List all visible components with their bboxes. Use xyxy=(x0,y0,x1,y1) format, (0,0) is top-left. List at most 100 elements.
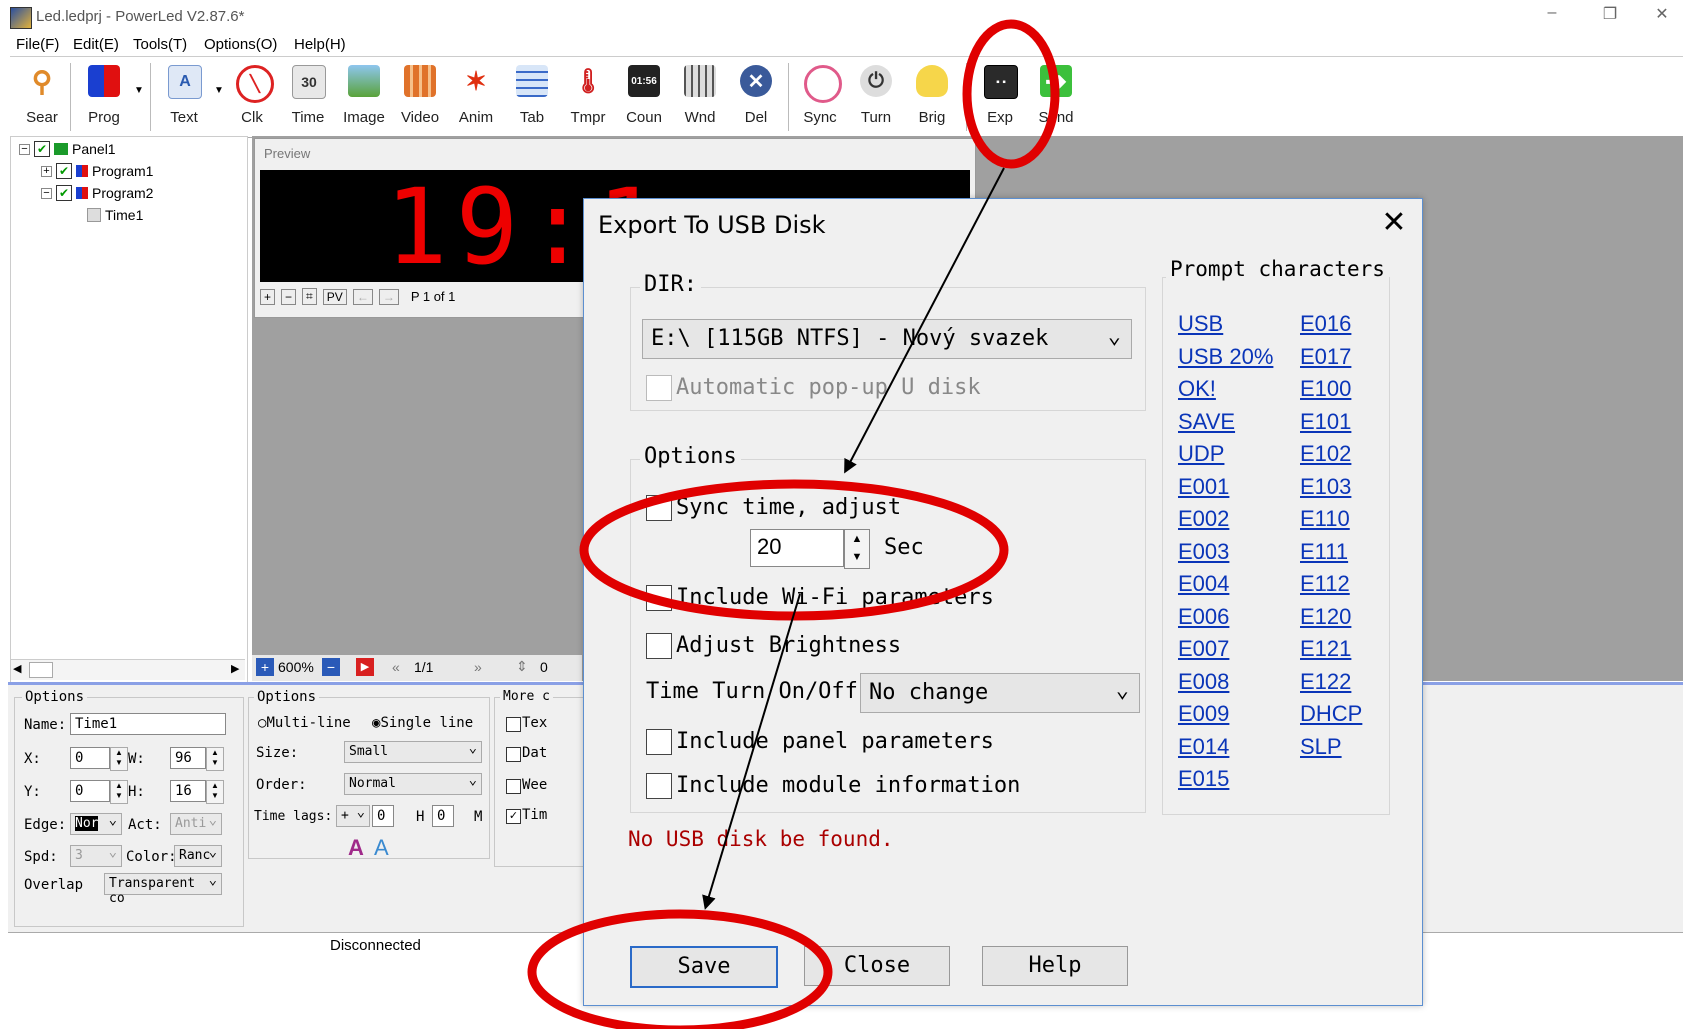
toolbar-send-button[interactable]: ➔ Send xyxy=(1028,57,1084,135)
restore-button[interactable]: ❐ xyxy=(1590,4,1630,24)
more-checkbox[interactable] xyxy=(506,717,521,732)
zoom-in-icon[interactable]: + xyxy=(260,288,276,305)
more-checkbox[interactable]: ✓ xyxy=(506,809,521,824)
expand-icon[interactable]: + xyxy=(41,165,52,177)
minimize-button[interactable]: – xyxy=(1532,4,1572,22)
prompt-link-e101[interactable]: E101 xyxy=(1300,409,1351,435)
prompt-link-e112[interactable]: E112 xyxy=(1300,571,1350,597)
checkbox-icon[interactable]: ✔ xyxy=(56,185,72,201)
prompt-link-e111[interactable]: E111 xyxy=(1300,539,1348,565)
timelags-hours-input[interactable]: 0 xyxy=(372,805,394,827)
prompt-link-e121[interactable]: E121 xyxy=(1300,636,1351,662)
scroll-right-icon[interactable]: ▶ xyxy=(231,662,239,675)
sync-time-checkbox[interactable] xyxy=(646,495,672,521)
toolbar-clock-button[interactable]: ╲ Clk xyxy=(224,57,280,135)
more-checkbox[interactable] xyxy=(506,747,521,762)
toolbar-counter-button[interactable]: 01:56 Coun xyxy=(616,57,672,135)
scroll-left-icon[interactable]: ◀ xyxy=(13,662,21,675)
checkbox-icon[interactable]: ✔ xyxy=(56,163,72,179)
timelags-minutes-input[interactable]: 0 xyxy=(432,805,454,827)
more-checkbox[interactable] xyxy=(506,779,521,794)
multiline-radio[interactable]: ○Multi-line xyxy=(258,715,351,731)
toolbar-video-button[interactable]: Video xyxy=(392,57,448,135)
toolbar-search-button[interactable]: ⚲ Sear xyxy=(14,57,70,135)
chevron-down-icon[interactable]: ▼ xyxy=(214,85,224,96)
prompt-link-e002[interactable]: E002 xyxy=(1178,506,1229,532)
menu-edit[interactable]: Edit(E) xyxy=(73,36,119,53)
move-icon[interactable]: ⇕ xyxy=(516,658,528,675)
spd-select[interactable]: 3 xyxy=(70,844,122,867)
name-input[interactable]: Time1 xyxy=(70,713,226,735)
zoom-out-icon[interactable]: − xyxy=(322,658,340,676)
prompt-link-e122[interactable]: E122 xyxy=(1300,669,1351,695)
prompt-link-dhcp[interactable]: DHCP xyxy=(1300,701,1362,727)
menu-options[interactable]: Options(O) xyxy=(204,36,277,53)
menu-help[interactable]: Help(H) xyxy=(294,36,346,53)
play-icon[interactable]: ▶ xyxy=(356,658,374,676)
prompt-link-e004[interactable]: E004 xyxy=(1178,571,1229,597)
wifi-checkbox[interactable] xyxy=(646,585,672,611)
sync-seconds-input[interactable]: 20 xyxy=(750,529,844,567)
turn-onoff-select[interactable]: No change ⌄ xyxy=(860,673,1140,713)
prompt-link-ok[interactable]: OK! xyxy=(1178,376,1216,402)
toolbar-turn-button[interactable]: ⏻ Turn xyxy=(848,57,904,135)
toolbar-sync-button[interactable]: Sync xyxy=(792,57,848,135)
order-select[interactable]: Normal xyxy=(344,772,482,795)
prompt-link-e100[interactable]: E100 xyxy=(1300,376,1351,402)
toolbar-temperature-button[interactable]: 🌡 Tmpr xyxy=(560,57,616,135)
prompt-link-e102[interactable]: E102 xyxy=(1300,441,1351,467)
edge-select[interactable]: Nor xyxy=(70,812,122,835)
tree-item-time1[interactable]: Time1 xyxy=(87,207,143,223)
x-spinner[interactable]: ▲ ▼ xyxy=(110,747,128,771)
prompt-link-e014[interactable]: E014 xyxy=(1178,734,1229,760)
toolbar-window-button[interactable]: Wnd xyxy=(672,57,728,135)
toolbar-brightness-button[interactable]: Brig xyxy=(904,57,960,135)
tree-item-panel[interactable]: − ✔ Panel1 xyxy=(19,141,116,157)
module-info-checkbox[interactable] xyxy=(646,773,672,799)
font-color-icon[interactable]: A xyxy=(348,835,364,861)
prev-page-icon[interactable]: ← xyxy=(352,288,373,305)
help-button[interactable]: Help xyxy=(982,946,1128,986)
close-button[interactable]: Close xyxy=(804,946,950,986)
toolbar-time-button[interactable]: 30 Time xyxy=(280,57,336,135)
prompt-link-e003[interactable]: E003 xyxy=(1178,539,1229,565)
prompt-link-udp[interactable]: UDP xyxy=(1178,441,1224,467)
fit-icon[interactable]: ⌗ xyxy=(302,288,317,305)
menu-file[interactable]: File(F) xyxy=(16,36,59,53)
prompt-link-e103[interactable]: E103 xyxy=(1300,474,1351,500)
size-select[interactable]: Small xyxy=(344,740,482,763)
prompt-link-e017[interactable]: E017 xyxy=(1300,344,1351,370)
prompt-link-e007[interactable]: E007 xyxy=(1178,636,1229,662)
timelags-sign-select[interactable]: + xyxy=(336,804,370,827)
tree-scrollbar[interactable]: ◀ ▶ xyxy=(11,659,245,680)
prompt-link-slp[interactable]: SLP xyxy=(1300,734,1342,760)
x-input[interactable]: 0 xyxy=(70,747,110,769)
collapse-icon[interactable]: − xyxy=(41,187,52,199)
prompt-link-e110[interactable]: E110 xyxy=(1300,506,1350,532)
prompt-link-e008[interactable]: E008 xyxy=(1178,669,1229,695)
next-page-icon[interactable]: → xyxy=(378,288,399,305)
prompt-link-e015[interactable]: E015 xyxy=(1178,766,1229,792)
prompt-link-e001[interactable]: E001 xyxy=(1178,474,1229,500)
menu-tools[interactable]: Tools(T) xyxy=(133,36,187,53)
scroll-thumb[interactable] xyxy=(29,662,53,678)
w-input[interactable]: 96 xyxy=(170,747,206,769)
panel-params-checkbox[interactable] xyxy=(646,729,672,755)
prompt-link-save[interactable]: SAVE xyxy=(1178,409,1235,435)
sync-seconds-spinner[interactable]: ▲ ▼ xyxy=(844,529,870,569)
y-input[interactable]: 0 xyxy=(70,780,110,802)
close-icon[interactable]: ✕ xyxy=(1374,205,1414,240)
zoom-in-icon[interactable]: + xyxy=(256,658,274,676)
pv-button[interactable]: PV xyxy=(322,288,347,305)
prompt-link-usb[interactable]: USB xyxy=(1178,311,1223,337)
overlap-select[interactable]: Transparent co xyxy=(104,872,222,906)
h-input[interactable]: 16 xyxy=(170,780,206,802)
toolbar-program-button[interactable]: Prog xyxy=(76,57,132,135)
y-spinner[interactable]: ▲ ▼ xyxy=(110,780,128,804)
brightness-checkbox[interactable] xyxy=(646,633,672,659)
background-color-icon[interactable]: A xyxy=(374,835,389,861)
prompt-link-usb-20[interactable]: USB 20% xyxy=(1178,344,1273,370)
tree-item-program2[interactable]: − ✔ Program2 xyxy=(41,185,153,201)
zoom-out-icon[interactable]: − xyxy=(281,288,297,305)
dir-select[interactable]: E:\ [115GB NTFS] - Nový svazek ⌄ xyxy=(642,319,1132,359)
